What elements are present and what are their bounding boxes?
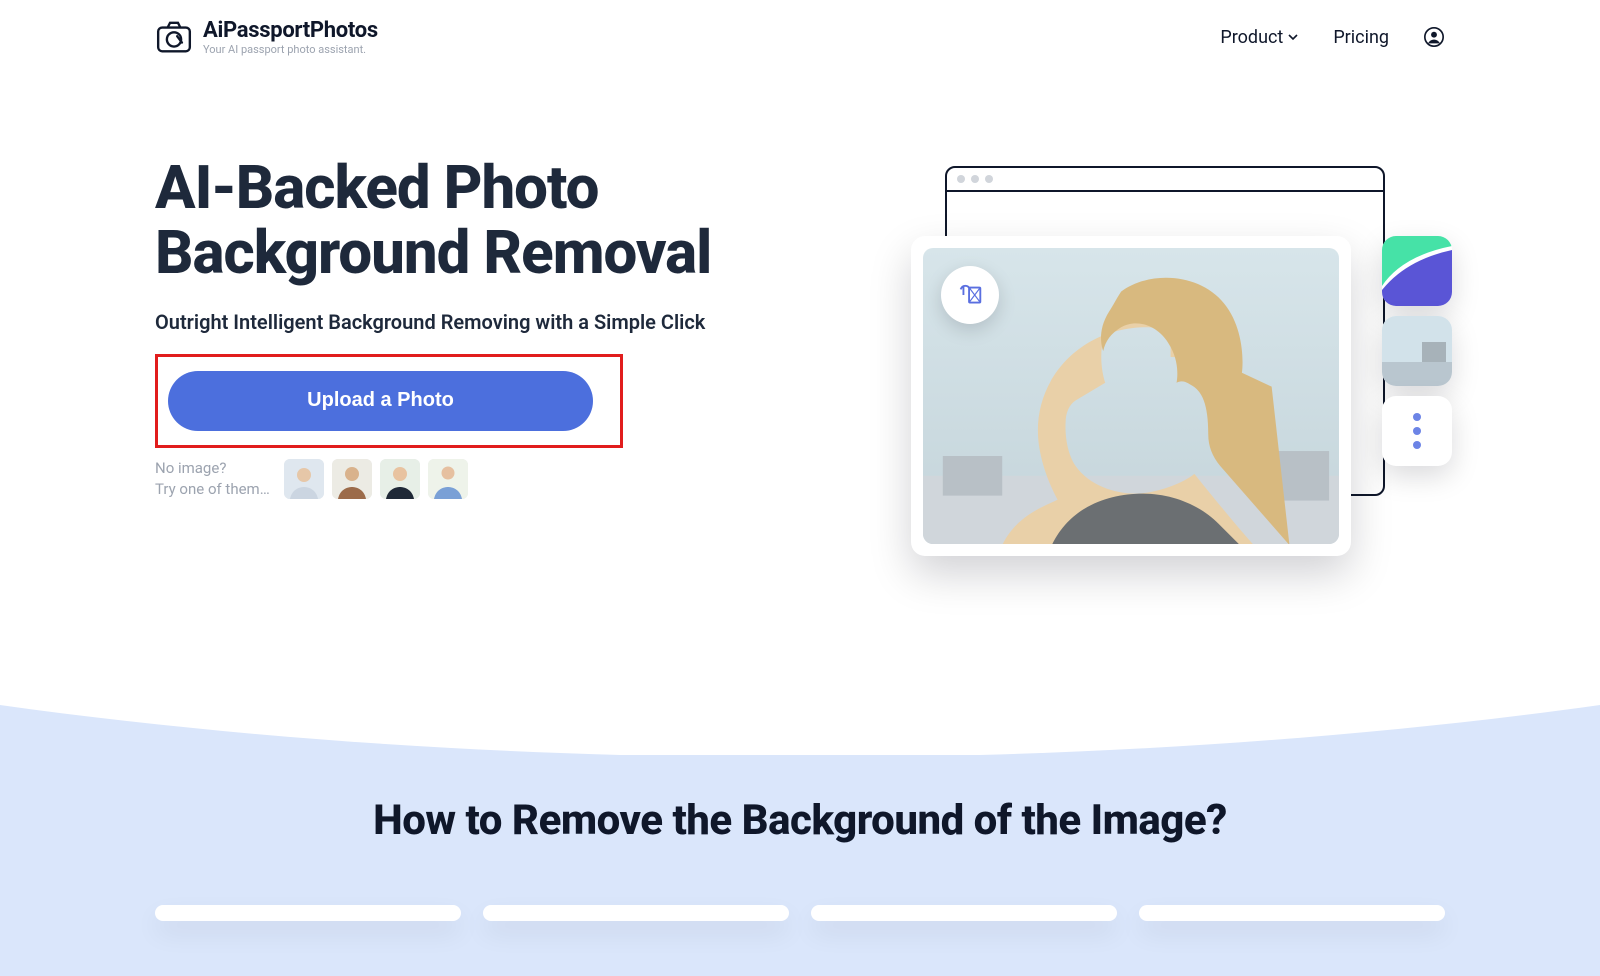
nav: Product Pricing	[1220, 26, 1445, 48]
upload-button[interactable]: Upload a Photo	[168, 371, 593, 431]
nav-pricing[interactable]: Pricing	[1333, 27, 1389, 48]
sample-thumb-2[interactable]	[332, 459, 372, 499]
dot-icon	[1413, 441, 1421, 449]
sample-thumb-3[interactable]	[380, 459, 420, 499]
sample-thumb-1[interactable]	[284, 459, 324, 499]
upload-highlight: Upload a Photo	[155, 354, 623, 448]
hero-illustration	[885, 156, 1445, 596]
step-card-3	[811, 905, 1117, 921]
account-icon[interactable]	[1423, 26, 1445, 48]
fx-icon	[941, 266, 999, 324]
brand[interactable]: AiPassportPhotos Your AI passport photo …	[155, 18, 378, 56]
nav-product-label: Product	[1220, 27, 1283, 48]
samples-line1: No image?	[155, 458, 270, 479]
sample-row: No image? Try one of them…	[155, 458, 845, 500]
dot-icon	[1413, 427, 1421, 435]
dot-icon	[1413, 413, 1421, 421]
nav-product[interactable]: Product	[1220, 27, 1299, 48]
sample-thumb-4[interactable]	[428, 459, 468, 499]
palette-tile-1[interactable]	[1382, 236, 1452, 306]
wave-divider	[0, 675, 1600, 755]
photo-card	[911, 236, 1351, 556]
step-card-1	[155, 905, 461, 921]
step-card-4	[1139, 905, 1445, 921]
camera-icon	[155, 18, 193, 56]
brand-name: AiPassportPhotos	[203, 18, 378, 43]
sample-photo	[923, 248, 1339, 544]
samples-line2: Try one of them…	[155, 479, 270, 500]
step-card-2	[483, 905, 789, 921]
palette-tile-2[interactable]	[1382, 316, 1452, 386]
how-to-section: How to Remove the Background of the Imag…	[0, 676, 1600, 976]
hero-subtitle: Outright Intelligent Background Removing…	[155, 310, 845, 334]
hero-title: AI-Backed Photo Background Removal	[155, 156, 845, 286]
header: AiPassportPhotos Your AI passport photo …	[155, 0, 1445, 66]
brand-tagline: Your AI passport photo assistant.	[203, 43, 378, 56]
chevron-down-icon	[1287, 27, 1299, 48]
more-tile[interactable]	[1382, 396, 1452, 466]
nav-pricing-label: Pricing	[1333, 27, 1389, 48]
